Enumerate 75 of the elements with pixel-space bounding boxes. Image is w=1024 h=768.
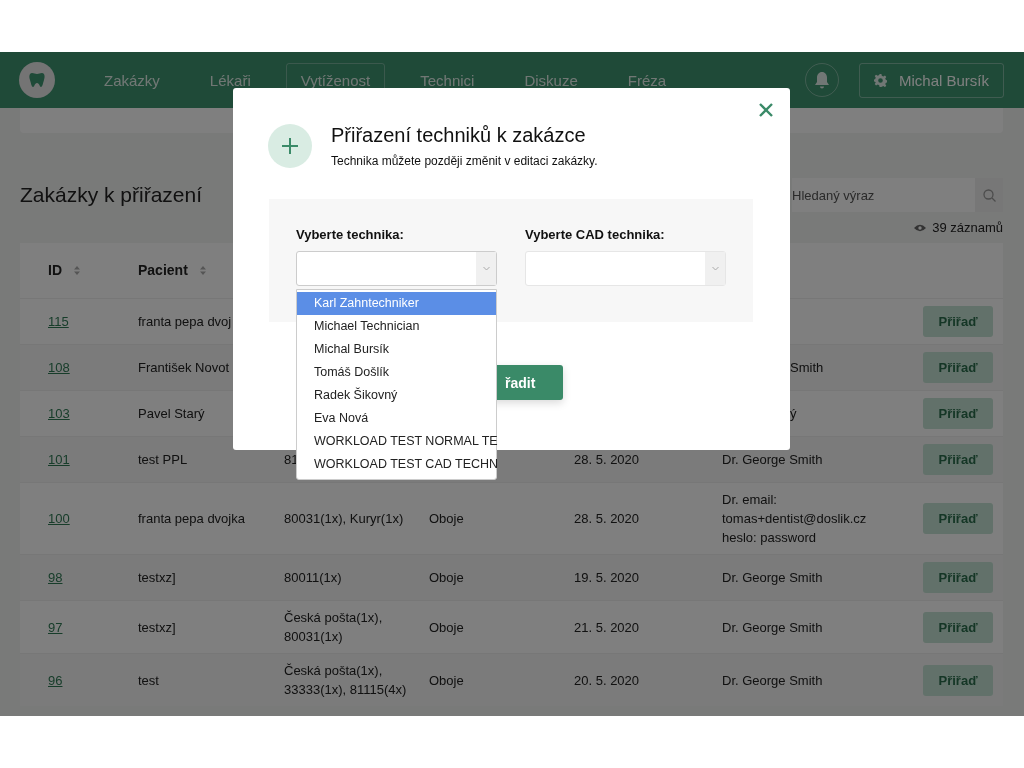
assign-button[interactable]: Přiřaď <box>923 503 993 534</box>
order-id-link[interactable]: 98 <box>48 570 63 585</box>
assign-button[interactable]: Přiřaď <box>923 352 993 383</box>
table-cell: Dr. George Smith <box>722 619 823 635</box>
order-id-link[interactable]: 96 <box>48 672 63 688</box>
table-cell: 80031(1x), Kuryr(1x) <box>284 511 404 526</box>
table-cell: testxz] <box>138 619 176 635</box>
table-cell: Dr. George Smith <box>722 570 823 585</box>
order-id-link[interactable]: 108 <box>48 360 70 375</box>
nav-tab[interactable]: Fréza <box>612 62 682 98</box>
user-menu-button[interactable]: Michal Bursík <box>858 62 1004 98</box>
settings-icon <box>873 73 887 87</box>
eye-icon <box>914 223 927 232</box>
table-cell: 19. 5. 2020 <box>574 570 640 585</box>
table-cell: Česká pošta(1x), 80031(1x) <box>284 610 383 644</box>
table-cell: Oboje <box>429 511 464 526</box>
field-label: Vyberte technika: <box>296 227 405 242</box>
nav-tab[interactable]: Lékaři <box>194 62 266 98</box>
tooth-logo-icon[interactable] <box>19 62 55 98</box>
table-cell: Oboje <box>429 619 464 635</box>
table-cell: test <box>138 672 159 688</box>
nav-tab[interactable]: Technici <box>405 62 490 98</box>
dialog-subtitle: Technika můžete později změnit v editaci zakázky. <box>331 154 598 168</box>
table-cell: ý <box>790 406 797 421</box>
search-field[interactable]: Hledaný výraz <box>792 178 975 212</box>
dropdown-option[interactable]: WORKLOAD TEST CAD TECHN <box>297 453 496 476</box>
field-label: Vyberte CAD technika: <box>525 227 666 242</box>
table-cell: Dr. George Smith <box>722 452 823 467</box>
table-cell: 28. 5. 2020 <box>574 452 640 467</box>
sort-icon[interactable] <box>74 266 80 275</box>
table-cell: 80011(1x) <box>284 570 342 585</box>
assign-button[interactable]: Přiřaď <box>923 306 993 337</box>
assign-button[interactable]: Přiřaď <box>923 398 993 429</box>
dropdown-option[interactable]: Karl Zahntechniker <box>297 292 496 315</box>
assign-button[interactable]: Přiřaď <box>923 562 993 593</box>
order-id-link[interactable]: 100 <box>48 511 70 526</box>
nav-tab[interactable]: Zakázky <box>89 62 175 98</box>
caret-icon <box>482 266 490 271</box>
table-cell: Dr. email: tomas+dentist@doslik.cz heslo: password <box>722 492 867 545</box>
select-field[interactable] <box>296 251 497 286</box>
record-count: 39 záznamů <box>932 220 1003 235</box>
order-id-link[interactable]: 103 <box>48 406 70 421</box>
table-cell: 20. 5. 2020 <box>574 672 640 688</box>
table-cell: Pavel Starý <box>138 406 205 421</box>
table-cell: František Novot <box>138 360 230 375</box>
table-cell: 21. 5. 2020 <box>574 619 640 635</box>
caret-icon <box>711 266 719 271</box>
order-id-link[interactable]: 115 <box>48 314 69 329</box>
dropdown-option[interactable]: Michal Bursík <box>297 338 496 361</box>
order-id-link[interactable]: 97 <box>48 619 63 635</box>
select-field[interactable] <box>525 251 726 286</box>
order-id-link[interactable]: 101 <box>48 452 70 467</box>
table-cell: Oboje <box>429 672 464 688</box>
column-header: ID <box>48 261 62 280</box>
page-title: Zakázky k přiřazení <box>20 183 203 207</box>
dialog-title: Přiřazení techniků k zakázce <box>331 124 587 147</box>
dropdown-option[interactable]: Michael Technician <box>297 315 496 338</box>
dropdown-option[interactable]: WORKLOAD TEST NORMAL TE <box>297 430 496 453</box>
table-cell: testxz] <box>138 570 176 585</box>
table-cell: franta pepa dvoj <box>138 314 232 329</box>
nav-tab[interactable]: Diskuze <box>509 62 593 98</box>
table-cell: Dr. George Smith <box>722 672 823 688</box>
table-cell: Oboje <box>429 570 464 585</box>
dropdown-option[interactable]: Eva Nová <box>297 407 496 430</box>
table-cell: Smith <box>790 360 824 375</box>
assign-button[interactable]: Přiřaď <box>923 664 993 696</box>
column-header: Pacient <box>138 261 188 280</box>
table-cell: test PPL <box>138 452 188 467</box>
assign-button[interactable]: Přiřaď <box>923 444 993 475</box>
sort-icon[interactable] <box>199 266 206 275</box>
table-cell: Česká pošta(1x), 33333(1x), 81115(4x) <box>284 663 407 697</box>
plus-icon <box>268 124 312 168</box>
assign-button[interactable]: Přiřaď <box>923 611 993 643</box>
table-cell: franta pepa dvojka <box>138 511 245 526</box>
table-cell: 28. 5. 2020 <box>574 511 640 526</box>
